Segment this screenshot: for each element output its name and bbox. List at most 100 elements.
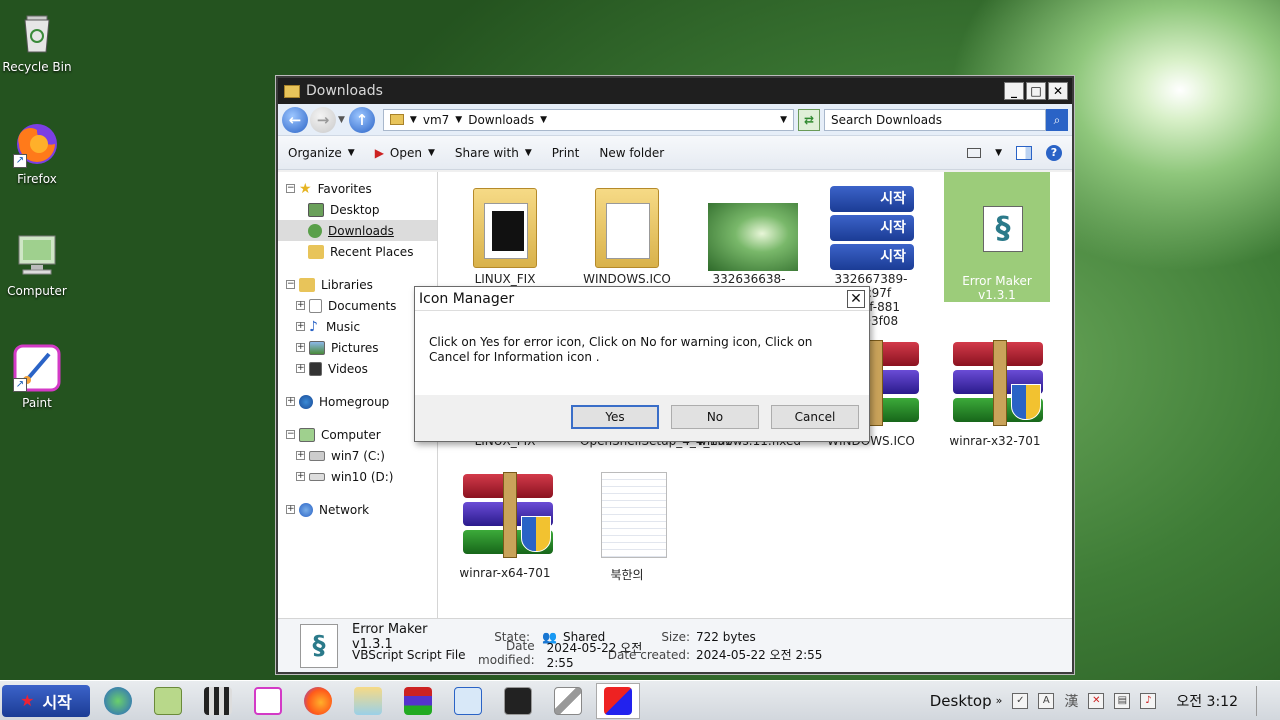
nav-label: Homegroup	[319, 394, 390, 409]
search-icon[interactable]: ⌕	[1046, 108, 1068, 131]
file-item[interactable]: winrar-x64-701	[450, 472, 560, 580]
taskbar-app-control-panel[interactable]	[446, 683, 490, 719]
chevron-down-icon[interactable]: ▼	[410, 115, 417, 125]
file-item[interactable]: LINUX_FIX	[450, 178, 560, 286]
file-item[interactable]: 332636638-262d9	[694, 178, 804, 300]
taskbar-app-notes[interactable]	[146, 683, 190, 719]
start-image-text: 시작	[830, 186, 914, 212]
maximize-button[interactable]: □	[1026, 82, 1046, 100]
no-button[interactable]: No	[671, 405, 759, 429]
up-button[interactable]: ↑	[348, 106, 375, 133]
new-folder-button[interactable]: New folder	[599, 146, 664, 160]
folder-icon	[284, 84, 300, 98]
nav-drive-c[interactable]: + win7 (C:)	[278, 445, 437, 466]
taskbar-app-video[interactable]	[196, 683, 240, 719]
preview-pane-icon[interactable]	[1016, 145, 1032, 160]
explorer-titlebar[interactable]: Downloads _ □ ✕	[278, 78, 1072, 104]
expand-icon[interactable]: +	[286, 397, 295, 406]
expand-icon[interactable]: +	[296, 472, 305, 481]
file-item-selected[interactable]: § Error Maker v1.3.1	[944, 172, 1050, 302]
change-view-icon[interactable]	[967, 147, 982, 158]
nav-desktop[interactable]: Desktop	[278, 199, 437, 220]
taskbar-app-terminal[interactable]	[496, 683, 540, 719]
action-center-icon[interactable]: ✕	[1088, 692, 1105, 709]
desktop-icon-paint[interactable]: ↗ Paint	[0, 344, 74, 410]
ime-icon[interactable]: ✓	[1012, 692, 1029, 709]
minimize-button[interactable]: _	[1004, 82, 1024, 100]
chevron-down-icon[interactable]: ▼	[540, 115, 547, 125]
taskbar-app-folder[interactable]	[346, 683, 390, 719]
expand-icon[interactable]: +	[296, 343, 305, 352]
pen-tool-icon	[554, 686, 582, 715]
show-desktop-button[interactable]	[1256, 685, 1270, 716]
size-value: 722 bytes	[696, 629, 756, 644]
cancel-button[interactable]: Cancel	[771, 405, 859, 429]
nav-favorites[interactable]: − ★ Favorites	[278, 178, 437, 199]
taskbar-app-tool[interactable]	[546, 683, 590, 719]
file-label: Error Maker v1.3.1	[962, 274, 1032, 302]
desktop-icon-recycle-bin[interactable]: Recycle Bin	[0, 8, 74, 74]
dialog-close-button[interactable]: ✕	[847, 289, 865, 308]
nav-recent-places[interactable]: Recent Places	[278, 241, 437, 262]
print-button[interactable]: Print	[552, 146, 580, 160]
expand-icon[interactable]: +	[296, 364, 305, 373]
network-status-icon[interactable]: ▤	[1114, 692, 1131, 709]
recycle-bin-icon	[13, 8, 61, 56]
script-file-icon: §	[951, 178, 1043, 272]
volume-muted-icon[interactable]: ♪	[1140, 692, 1157, 709]
desktop-toolbar-label[interactable]: Desktop	[930, 692, 992, 710]
file-item[interactable]: winrar-x32-701	[940, 340, 1050, 448]
file-item[interactable]: 북한의	[572, 472, 682, 583]
collapse-icon[interactable]: −	[286, 430, 295, 439]
ime-mode-icon[interactable]: A	[1038, 692, 1055, 709]
command-toolbar: Organize ▼ ▶ Open ▼ Share with ▼ Print New f…	[278, 136, 1072, 170]
expand-icon[interactable]: +	[296, 322, 305, 331]
refresh-button[interactable]: ⇄	[798, 108, 820, 131]
taskbar-app-icon-manager[interactable]	[596, 682, 640, 719]
ime-hanja-icon[interactable]: 漢	[1064, 691, 1078, 711]
close-button[interactable]: ✕	[1048, 82, 1068, 100]
address-history-dropdown-icon[interactable]: ▼	[780, 115, 787, 125]
back-button[interactable]: ←	[282, 106, 308, 133]
nav-downloads[interactable]: Downloads	[278, 220, 437, 241]
recent-pages-dropdown-icon[interactable]: ▼	[338, 115, 345, 125]
desktop-icon-firefox[interactable]: ↗ Firefox	[0, 120, 74, 186]
organize-button[interactable]: Organize ▼	[288, 146, 355, 160]
yes-button[interactable]: Yes	[571, 405, 659, 429]
desktop-icon-computer[interactable]: Computer	[0, 232, 74, 298]
nav-drive-d[interactable]: + win10 (D:)	[278, 466, 437, 487]
taskbar-app-globe[interactable]	[96, 683, 140, 719]
toolbar-expand-icon[interactable]: »	[996, 694, 1003, 707]
nav-label: win7 (C:)	[331, 448, 385, 463]
file-item[interactable]: WINDOWS.ICO	[572, 178, 682, 286]
expand-icon[interactable]: +	[286, 505, 295, 514]
breadcrumb-vm7[interactable]: vm7	[423, 113, 449, 127]
nav-network[interactable]: + Network	[278, 499, 437, 520]
taskbar-app-paint[interactable]	[246, 683, 290, 719]
collapse-icon[interactable]: −	[286, 280, 295, 289]
breadcrumb-downloads[interactable]: Downloads	[468, 113, 534, 127]
collapse-icon[interactable]: −	[286, 184, 295, 193]
nav-label: Desktop	[330, 202, 380, 217]
help-icon[interactable]: ?	[1046, 144, 1062, 161]
taskbar-app-firefox[interactable]	[296, 683, 340, 719]
open-with-icon: ▶	[374, 145, 384, 160]
expand-icon[interactable]: +	[296, 451, 305, 460]
file-label: LINUX_FIX	[474, 272, 536, 286]
forward-button[interactable]: →	[310, 106, 336, 133]
start-button[interactable]: ★ 시작	[2, 684, 90, 717]
chevron-down-icon[interactable]: ▼	[995, 148, 1002, 158]
nav-label: win10 (D:)	[331, 469, 394, 484]
modified-label: Date modified:	[478, 639, 535, 667]
address-bar[interactable]: ▼ vm7 ▼ Downloads ▼ ▼	[382, 108, 794, 131]
chevron-down-icon[interactable]: ▼	[455, 115, 462, 125]
search-input[interactable]: Search Downloads	[824, 108, 1046, 131]
taskbar-app-winrar[interactable]	[396, 683, 440, 719]
dialog-titlebar[interactable]: Icon Manager ✕	[415, 287, 869, 311]
open-button[interactable]: ▶ Open ▼	[375, 146, 435, 160]
taskbar-clock[interactable]: 오전 3:12	[1176, 691, 1238, 711]
drive-icon	[309, 472, 325, 481]
share-with-button[interactable]: Share with ▼	[455, 146, 532, 160]
firefox-icon: ↗	[13, 120, 61, 168]
expand-icon[interactable]: +	[296, 301, 305, 310]
